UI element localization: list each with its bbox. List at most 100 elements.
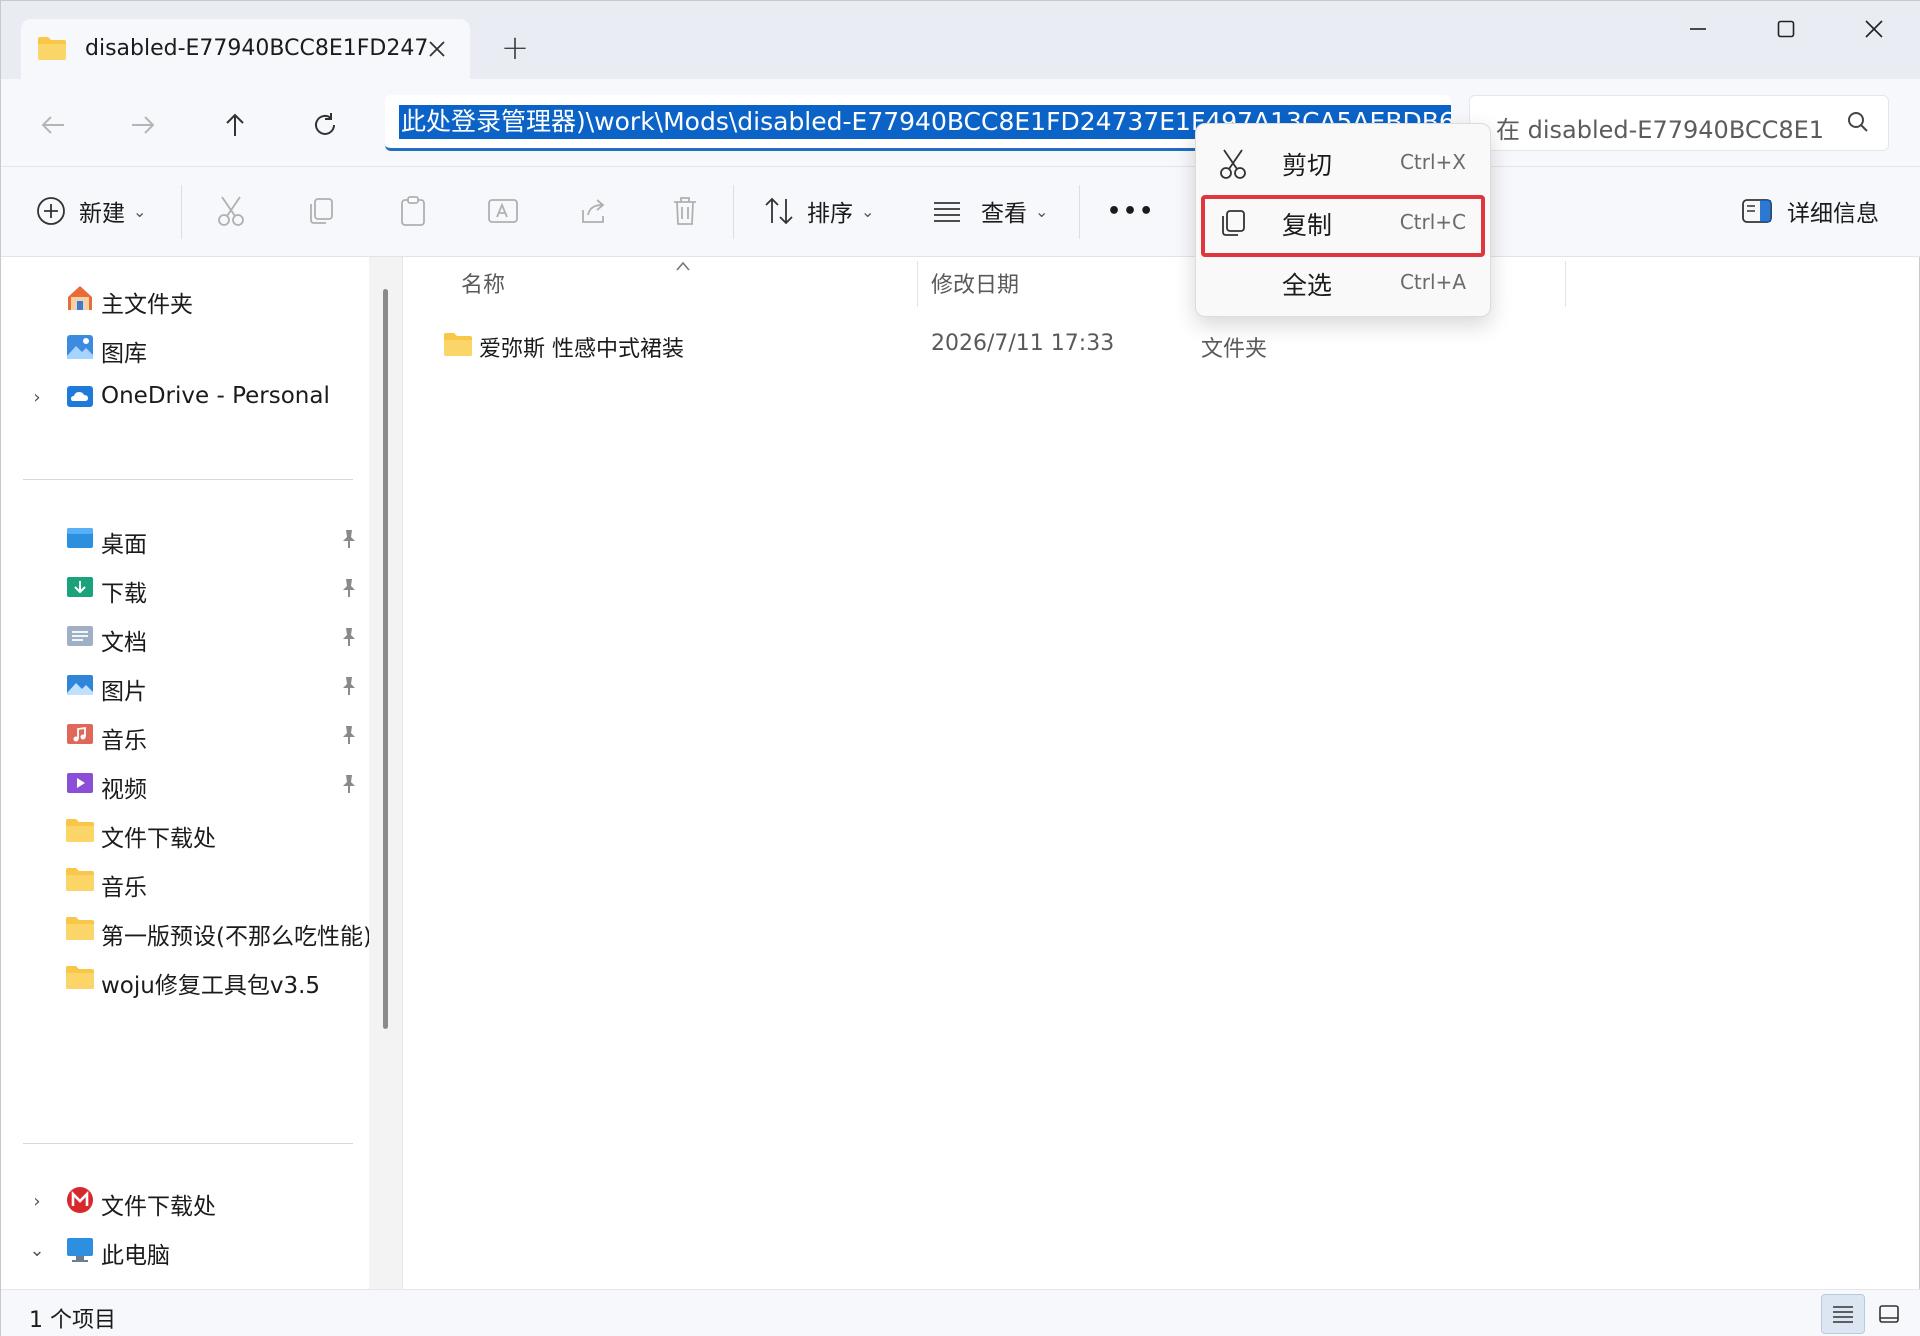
item-count: 1 个项目 xyxy=(29,1308,116,1333)
file-row[interactable]: 爱弥斯 性感中式裙装 2026/7/11 17:33 文件夹 xyxy=(423,321,1903,369)
search-placeholder: 在 disabled-E77940BCC8E1 xyxy=(1496,116,1825,144)
column-date-label: 修改日期 xyxy=(931,273,1020,298)
sidebar-item-music[interactable]: 音乐 xyxy=(1,711,361,759)
close-window-icon[interactable] xyxy=(1839,7,1909,51)
sidebar-item-documents[interactable]: 文档 xyxy=(1,613,361,661)
tab-title: disabled-E77940BCC8E1FD247 xyxy=(85,36,429,61)
column-header-date[interactable]: 修改日期 xyxy=(931,267,1019,307)
command-bar: 新建 ⌄ 排序 ⌄ 查看 ⌄ ••• 详细信息 xyxy=(1,167,1920,257)
navigation-pane: 主文件夹 图库 › OneDrive - Personal 桌面 下载 文档 图… xyxy=(1,257,372,1289)
pin-icon[interactable] xyxy=(339,528,359,556)
up-arrow-icon[interactable] xyxy=(213,103,257,147)
share-icon xyxy=(573,191,613,231)
pin-icon[interactable] xyxy=(339,626,359,654)
sidebar-item-this-pc[interactable]: ⌄ 此电脑 xyxy=(1,1226,361,1274)
copy-toolbar-button[interactable] xyxy=(301,189,341,233)
share-toolbar-button[interactable] xyxy=(573,189,613,233)
sidebar-item-mega[interactable]: › 文件下载处 xyxy=(1,1177,361,1225)
sort-button[interactable]: 排序 ⌄ xyxy=(759,189,874,233)
forward-arrow-icon[interactable] xyxy=(121,103,165,147)
menu-item-select-all[interactable]: 全选 Ctrl+A xyxy=(1202,254,1484,310)
pin-icon[interactable] xyxy=(339,724,359,752)
pin-icon[interactable] xyxy=(339,773,359,801)
pin-icon[interactable] xyxy=(339,577,359,605)
menu-item-label: 全选 xyxy=(1282,271,1333,300)
sidebar-divider xyxy=(23,479,353,480)
sidebar-item-onedrive[interactable]: › OneDrive - Personal xyxy=(1,373,361,421)
pin-icon[interactable] xyxy=(339,675,359,703)
scrollbar-thumb[interactable] xyxy=(383,289,388,1029)
maximize-icon[interactable] xyxy=(1751,7,1821,51)
onedrive-icon xyxy=(65,381,95,411)
sidebar-item-label: OneDrive - Personal xyxy=(101,383,330,409)
sidebar-item-folder[interactable]: 文件下载处 xyxy=(1,809,361,857)
sidebar-item-pictures[interactable]: 图片 xyxy=(1,662,361,710)
column-separator[interactable] xyxy=(917,261,918,307)
sidebar-item-label: 桌面 xyxy=(101,532,147,558)
sidebar-item-folder[interactable]: 第一版预设(不那么吃性能) xyxy=(1,907,372,955)
folder-icon xyxy=(65,915,95,945)
more-options-button[interactable]: ••• xyxy=(1107,189,1155,233)
paste-toolbar-button[interactable] xyxy=(393,189,433,233)
folder-icon xyxy=(37,35,67,65)
copy-icon xyxy=(301,191,341,231)
file-date: 2026/7/11 17:33 xyxy=(931,331,1115,356)
gallery-icon xyxy=(65,332,95,362)
details-label: 详细信息 xyxy=(1787,201,1879,227)
title-bar: disabled-E77940BCC8E1FD247 + xyxy=(1,1,1920,81)
home-icon xyxy=(65,283,95,313)
details-pane-button[interactable]: 详细信息 xyxy=(1737,189,1879,233)
new-tab-button[interactable]: + xyxy=(495,29,535,69)
sidebar-item-label: 图片 xyxy=(101,679,147,705)
search-box[interactable]: 在 disabled-E77940BCC8E1 xyxy=(1469,95,1889,151)
sidebar-item-label: 文件下载处 xyxy=(101,1194,216,1220)
sidebar-item-label: 下载 xyxy=(101,581,147,607)
sidebar-scrollbar[interactable] xyxy=(369,257,403,1289)
cut-toolbar-button[interactable] xyxy=(211,189,251,233)
trash-icon xyxy=(665,191,705,231)
column-header-name[interactable]: 名称 xyxy=(461,267,505,307)
rename-toolbar-button[interactable] xyxy=(483,189,523,233)
sort-ascending-icon xyxy=(675,257,691,276)
back-arrow-icon[interactable] xyxy=(31,103,75,147)
file-list: 名称 修改日期 爱弥斯 性感中式裙装 2026/7/11 17:33 文件夹 xyxy=(403,257,1919,1289)
folder-icon xyxy=(443,331,473,361)
toolbar-divider xyxy=(733,185,734,239)
sidebar-item-home[interactable]: 主文件夹 xyxy=(1,275,361,323)
column-name-label: 名称 xyxy=(461,273,506,298)
view-label: 查看 xyxy=(981,201,1027,227)
rename-icon xyxy=(483,191,523,231)
file-name: 爱弥斯 性感中式裙装 xyxy=(479,337,684,362)
minimize-icon[interactable] xyxy=(1663,7,1733,51)
chevron-down-icon[interactable]: ⌄ xyxy=(27,1236,47,1264)
scissors-icon xyxy=(211,191,251,231)
status-bar: 1 个项目 xyxy=(1,1289,1920,1336)
view-button[interactable]: 查看 ⌄ xyxy=(927,189,1048,233)
file-type: 文件夹 xyxy=(1201,337,1268,362)
tab-close-icon[interactable] xyxy=(419,31,455,67)
column-separator[interactable] xyxy=(1565,261,1566,307)
folder-icon xyxy=(65,817,95,847)
mega-icon xyxy=(65,1185,95,1215)
chevron-right-icon[interactable]: › xyxy=(27,1187,47,1215)
sidebar-item-gallery[interactable]: 图库 xyxy=(1,324,361,372)
refresh-icon[interactable] xyxy=(303,103,347,147)
sidebar-item-folder[interactable]: woju修复工具包v3.5 xyxy=(1,956,361,1004)
sidebar-item-desktop[interactable]: 桌面 xyxy=(1,515,361,563)
tiles-view-icon[interactable] xyxy=(1867,1294,1911,1334)
sidebar-item-label: 图库 xyxy=(101,341,147,367)
cut-icon xyxy=(1218,148,1248,179)
sort-label: 排序 xyxy=(807,201,853,227)
tab-active[interactable]: disabled-E77940BCC8E1FD247 xyxy=(21,19,470,81)
sidebar-item-downloads[interactable]: 下载 xyxy=(1,564,361,612)
sidebar-item-label: 音乐 xyxy=(101,875,147,901)
sidebar-item-videos[interactable]: 视频 xyxy=(1,760,361,808)
sidebar-item-folder[interactable]: 音乐 xyxy=(1,858,361,906)
details-view-icon[interactable] xyxy=(1821,1294,1865,1334)
new-button[interactable]: 新建 ⌄ xyxy=(31,189,146,233)
chevron-right-icon[interactable]: › xyxy=(27,383,47,411)
details-pane-icon xyxy=(1737,191,1777,231)
annotation-highlight-box xyxy=(1201,195,1485,257)
menu-item-cut[interactable]: 剪切 Ctrl+X xyxy=(1202,134,1484,190)
delete-toolbar-button[interactable] xyxy=(665,189,705,233)
